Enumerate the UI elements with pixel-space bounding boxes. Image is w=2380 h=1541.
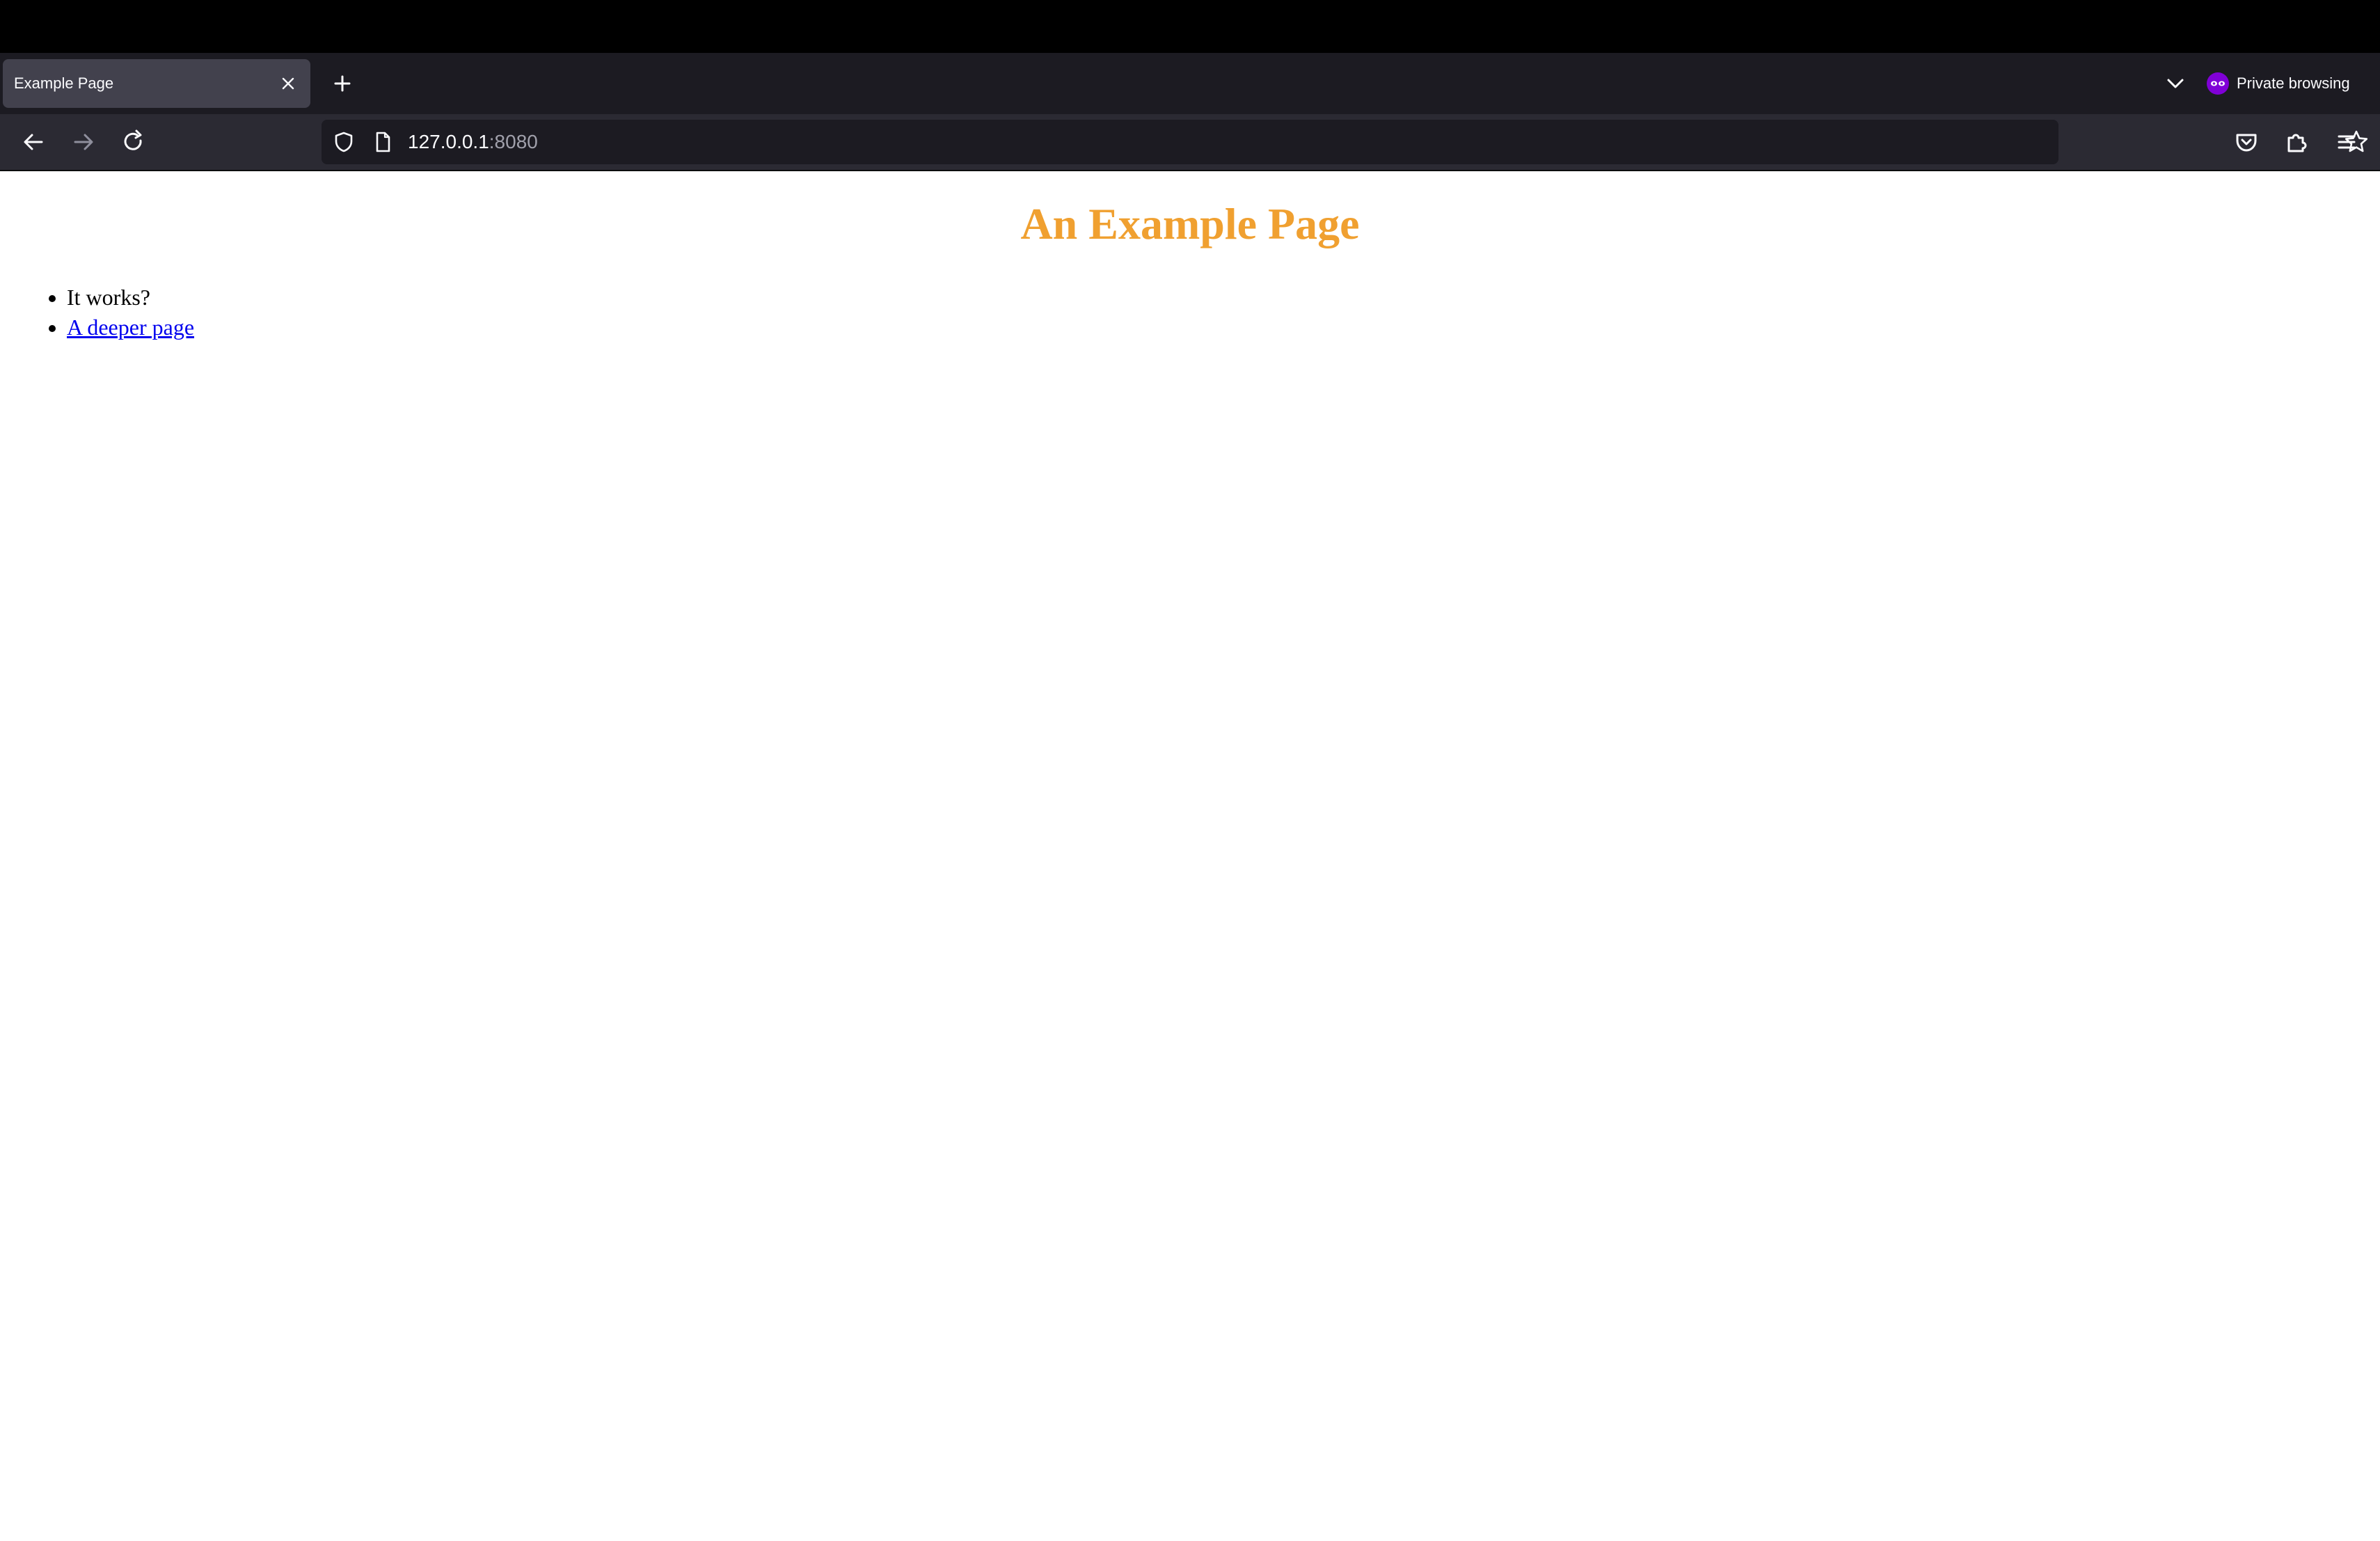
pocket-icon[interactable] — [2230, 125, 2263, 159]
plus-icon[interactable] — [327, 68, 358, 99]
list-item-text: It works? — [67, 285, 150, 310]
tab-example-page[interactable]: Example Page — [3, 59, 310, 108]
list-item-it-works: It works? — [67, 283, 194, 313]
shield-icon[interactable] — [331, 129, 356, 155]
url-text[interactable]: 127.0.0.1:8080 — [408, 120, 538, 164]
page-icon[interactable] — [370, 129, 395, 155]
list-item-deeper-page: A deeper page — [67, 313, 194, 342]
puzzle-icon[interactable] — [2280, 125, 2313, 159]
page-list: It works? A deeper page — [0, 283, 194, 342]
navigation-toolbar: 127.0.0.1:8080 — [0, 114, 2380, 170]
close-icon[interactable] — [276, 71, 301, 96]
hamburger-icon[interactable] — [2330, 125, 2363, 159]
tab-strip: Example Page Private browsing — [0, 53, 2380, 114]
page-title: An Example Page — [1020, 199, 1360, 248]
url-bar[interactable]: 127.0.0.1:8080 — [322, 120, 2368, 164]
private-browsing-indicator: Private browsing — [2206, 67, 2350, 100]
screen-top-bar — [0, 0, 2380, 53]
private-mask-icon — [2206, 72, 2230, 95]
private-browsing-label: Private browsing — [2237, 74, 2350, 92]
reload-icon[interactable] — [117, 125, 150, 159]
chevron-down-icon[interactable] — [2160, 68, 2191, 99]
url-host: 127.0.0.1 — [408, 131, 489, 152]
page-content: An Example Page It works? A deeper page — [0, 171, 2380, 1541]
url-port: :8080 — [489, 131, 538, 152]
arrow-right-icon[interactable] — [67, 125, 100, 159]
tab-title: Example Page — [14, 74, 114, 92]
arrow-left-icon[interactable] — [17, 125, 50, 159]
deeper-page-link[interactable]: A deeper page — [67, 315, 194, 340]
